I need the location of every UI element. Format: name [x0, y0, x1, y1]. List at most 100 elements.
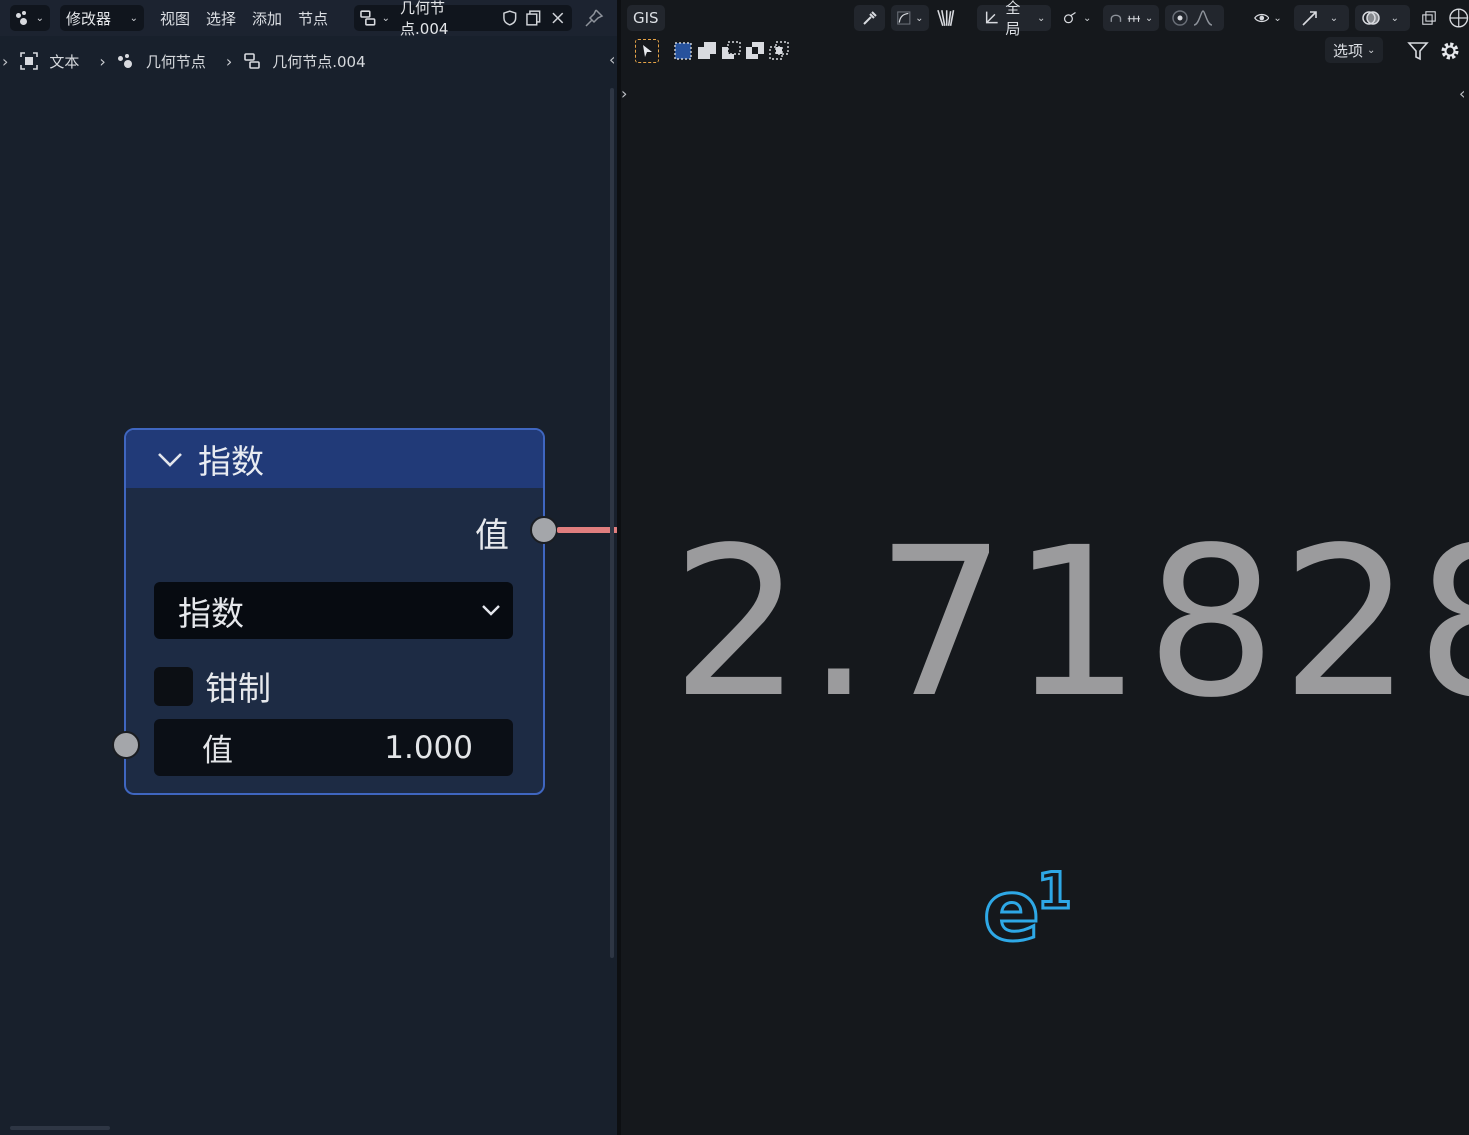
clamp-label: 钳制: [205, 669, 271, 708]
clamp-checkbox[interactable]: [154, 666, 193, 706]
chevron-right-icon: ›: [99, 51, 106, 71]
magnet-icon: [1110, 14, 1122, 22]
mode-invert-selection[interactable]: [743, 39, 767, 63]
cursor-arrow-icon: [643, 45, 652, 57]
output-socket-label: 值: [475, 516, 509, 556]
chevron-down-icon: ⌄: [1144, 12, 1154, 24]
geometry-nodes-icon: [117, 54, 136, 68]
box-select-extend-icon: [698, 42, 716, 59]
operation-dropdown[interactable]: 指数: [154, 582, 513, 639]
xray-toggle[interactable]: [1416, 5, 1442, 31]
modifier-select-label: 修改器: [66, 9, 112, 28]
node-tree-icon: [360, 10, 376, 26]
expand-left-arrow-icon[interactable]: ›: [2, 52, 8, 71]
gear-icon[interactable]: [1439, 40, 1461, 62]
breadcrumb-modifier: 几何节点: [145, 52, 206, 71]
chevron-down-icon: ⌄: [1367, 44, 1376, 56]
proportional-editing-toggle[interactable]: [1165, 5, 1225, 31]
filter-icon[interactable]: [1407, 40, 1429, 62]
box-select-new-icon: [674, 42, 692, 60]
duplicate-icon[interactable]: [525, 9, 543, 27]
increment-snap-icon: [1127, 15, 1141, 22]
close-icon[interactable]: [550, 10, 566, 26]
chevron-down-icon[interactable]: [156, 445, 184, 473]
object-visibility-dropdown[interactable]: ⌄: [1248, 5, 1288, 31]
object-icon: [20, 52, 39, 70]
menu-add[interactable]: 添加: [252, 8, 282, 29]
hair-brush-icon[interactable]: [935, 7, 956, 29]
overlays-toggle[interactable]: ⌄: [1354, 5, 1410, 31]
node-header[interactable]: 指数: [126, 430, 543, 488]
exponent-text-object[interactable]: e 1: [982, 861, 1074, 962]
exponent-base: e: [982, 861, 1042, 962]
vertical-scrollbar[interactable]: [610, 88, 614, 958]
eye-icon: [1253, 13, 1270, 23]
breadcrumb-node-tree: 几何节点.004: [272, 52, 366, 71]
menu-node[interactable]: 节点: [298, 8, 328, 29]
node-title: 指数: [198, 442, 264, 481]
chevron-down-icon: ⌄: [1273, 12, 1282, 24]
viewport-area[interactable]: GIS ⌄ 全局 ⌄ ⌄ ⌄ ⌄ ⌄ ⌄ 选项 ⌄ › ‹ 2.71828 e …: [621, 0, 1469, 1135]
mode-subtract-selection[interactable]: [719, 39, 743, 63]
pin-icon[interactable]: [584, 8, 604, 28]
chevron-down-icon: ⌄: [915, 12, 924, 24]
node-group-name[interactable]: 几何节点.004: [400, 0, 491, 39]
chevron-down-icon: ⌄: [381, 12, 391, 24]
toolbar-expand-arrow-icon[interactable]: ›: [621, 84, 627, 103]
value-field-label: 值: [202, 733, 233, 769]
gizmo-arrow-icon: [1302, 11, 1317, 26]
chevron-down-icon: ⌄: [35, 12, 44, 24]
select-tool-button[interactable]: [635, 39, 659, 63]
modifier-select[interactable]: 修改器 ⌄: [60, 5, 144, 31]
mode-intersect-selection[interactable]: [767, 39, 791, 63]
pivot-link-icon: [1064, 12, 1077, 24]
mode-new-selection[interactable]: [671, 39, 695, 63]
node-editor-area[interactable]: ⌄ 修改器 ⌄ 视图 选择 添加 节点 ⌄ 几何节点.004 › 文本 › 几何…: [0, 0, 617, 1135]
node-editor-header: ⌄ 修改器 ⌄ 视图 选择 添加 节点 ⌄ 几何节点.004: [0, 0, 617, 38]
xray-icon: [1421, 11, 1436, 25]
chevron-down-icon: ⌄: [1082, 12, 1092, 24]
wireframe-shading-icon[interactable]: [1448, 7, 1469, 29]
pivot-point-dropdown[interactable]: ⌄: [1057, 5, 1097, 31]
menu-view[interactable]: 视图: [160, 8, 190, 29]
operation-dropdown-label: 指数: [178, 593, 244, 633]
overlay-circles-icon: [1361, 11, 1380, 25]
box-select-subtract-icon: [722, 41, 741, 59]
chevron-right-icon: ›: [225, 51, 233, 71]
viewport-header: GIS ⌄ 全局 ⌄ ⌄ ⌄ ⌄ ⌄ ⌄: [621, 0, 1469, 38]
menu-select[interactable]: 选择: [206, 8, 236, 29]
mode-extend-selection[interactable]: [695, 39, 719, 63]
collapse-sidebar-arrow-icon[interactable]: ‹: [609, 50, 615, 69]
horizontal-scrollbar[interactable]: [10, 1126, 110, 1130]
curve-snap-icon: [897, 11, 911, 25]
options-dropdown[interactable]: 选项 ⌄: [1325, 37, 1384, 63]
sidebar-expand-arrow-icon[interactable]: ‹: [1459, 84, 1465, 103]
input-socket[interactable]: [112, 731, 140, 759]
pipette-tool[interactable]: [853, 5, 886, 31]
value-field-number: 1.000: [384, 729, 473, 766]
gis-label: GIS: [633, 9, 659, 27]
node-group-selector[interactable]: ⌄ 几何节点.004: [354, 0, 573, 38]
chevron-down-icon: ⌄: [1390, 12, 1400, 24]
node-link[interactable]: [557, 527, 617, 533]
math-node-exponent[interactable]: 指数 值 指数 钳制 值 1.000: [112, 428, 558, 795]
exponent-power: 1: [1036, 861, 1074, 922]
options-label: 选项: [1333, 41, 1364, 60]
snapping-dropdown[interactable]: ⌄: [1103, 5, 1160, 31]
result-text-object[interactable]: 2.71828: [671, 520, 1469, 726]
output-socket[interactable]: [530, 516, 558, 544]
gizmo-toggle[interactable]: ⌄: [1293, 5, 1349, 31]
chevron-down-icon: ⌄: [1036, 12, 1046, 24]
box-select-intersect-icon: [769, 41, 789, 60]
snapping-base-dropdown[interactable]: ⌄: [891, 5, 930, 31]
node-tree-icon: [244, 53, 261, 69]
gis-menu[interactable]: GIS: [627, 5, 665, 31]
value-number-field[interactable]: 值 1.000: [154, 719, 513, 776]
falloff-curve-icon: [1194, 10, 1213, 26]
clamp-row: 钳制: [154, 662, 271, 710]
editor-type-button[interactable]: ⌄: [10, 5, 50, 31]
transform-orientation-dropdown[interactable]: 全局 ⌄: [976, 0, 1052, 38]
chevron-down-icon: ⌄: [129, 12, 138, 24]
transform-orientation-label: 全局: [1005, 0, 1021, 38]
shield-icon[interactable]: [501, 9, 519, 27]
